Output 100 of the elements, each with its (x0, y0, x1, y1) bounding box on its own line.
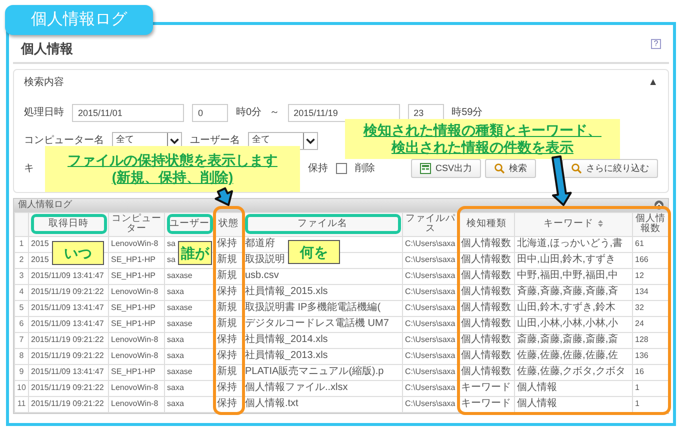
table-cell: saxa (167, 351, 184, 360)
column-header[interactable]: キーワード (514, 212, 632, 236)
table-cell: 個人情報.txt (245, 398, 298, 409)
table-cell: 2015/11/19 09:21:22 (31, 383, 104, 392)
toolbar-button[interactable]: CSV出力 (411, 159, 481, 178)
table-cell: 2015 (31, 239, 49, 248)
table-cell: 個人情報数 (461, 238, 511, 249)
toolbar-button[interactable]: さらに絞り込む (562, 159, 658, 178)
table-cell: 都道府 (245, 238, 275, 249)
callout-text: ファイルの保持状態を表示します (新規、保持、削除) (68, 152, 278, 186)
column-header[interactable]: 個人情報数 (632, 212, 668, 236)
row-number: 7 (19, 335, 24, 344)
table-cell: 166 (635, 255, 648, 264)
field-label: ユーザー名 (190, 134, 240, 148)
column-header[interactable]: ファイルパス (402, 212, 458, 236)
table-cell: C:\Users\saxa (405, 239, 456, 248)
help-icon[interactable]: ? (651, 39, 661, 49)
table-cell: 2015/11/09 13:41:47 (31, 303, 104, 312)
table-cell: saxase (167, 367, 192, 376)
column-header[interactable]: 状態 (214, 212, 242, 236)
collapse-icon (654, 200, 664, 210)
table-cell: 佐藤,佐藤,佐藤,佐藤,佐 (517, 350, 618, 361)
callout-text: 検知された情報の種類とキーワード、 検出された情報の件数を表示 (364, 122, 602, 156)
table-cell: C:\Users\saxa (405, 255, 456, 264)
row-number: 11 (17, 399, 26, 408)
table-cell: 個人情報数 (461, 254, 511, 265)
table-cell: 田中,山田,鈴木,すずき (517, 254, 616, 265)
table-cell: 2015/11/09 13:41:47 (31, 319, 104, 328)
table-cell: 136 (635, 351, 648, 360)
table-cell: 2015/11/19 09:21:22 (31, 351, 104, 360)
table-cell: デジタルコードレス電話機 UM7 (245, 318, 389, 329)
grid-title: 個人情報ログ (18, 198, 72, 212)
range-separator: ～ (270, 106, 280, 120)
table-cell: 2015/11/19 09:21:22 (31, 399, 104, 408)
table-cell: 個人情報数 (461, 270, 511, 281)
table-cell: 社員情報_2014.xls (245, 334, 328, 345)
table-cell: C:\Users\saxa (405, 367, 456, 376)
table-cell: 保持 (217, 238, 237, 249)
table-cell: 個人情報数 (461, 366, 511, 377)
table-cell: LenovoWin-8 (111, 335, 158, 344)
row-number: 6 (19, 319, 24, 328)
row-number: 8 (19, 351, 24, 360)
table-cell: 新規 (217, 302, 237, 313)
unit-label: 時59分 (452, 106, 483, 120)
table-cell: LenovoWin-8 (111, 399, 158, 408)
table-cell: 社員情報_2015.xls (245, 286, 328, 297)
table-cell: C:\Users\saxa (405, 319, 456, 328)
field-label: 処理日時 (24, 106, 64, 120)
row-number: 4 (19, 287, 24, 296)
search-section-title: 検索内容 (24, 76, 64, 90)
table-cell: 北海道,ほっかいどう,書 (517, 238, 623, 249)
table-cell: 1 (635, 383, 640, 392)
column-header[interactable]: 検知種類 (458, 212, 514, 236)
table-cell: 個人情報数 (461, 302, 511, 313)
table-cell: LenovoWin-8 (111, 351, 158, 360)
table-cell: 新規 (217, 366, 237, 377)
table-cell: C:\Users\saxa (405, 383, 456, 392)
table-cell: LenovoWin-8 (111, 383, 158, 392)
table-cell: 山田,鈴木,すずき,鈴木 (517, 302, 616, 313)
table-cell: LenovoWin-8 (111, 287, 158, 296)
table-cell: 個人情報数 (461, 334, 511, 345)
hour-field[interactable]: 0 (192, 104, 228, 122)
table-cell: 保持 (217, 398, 237, 409)
checkbox[interactable] (336, 163, 347, 174)
table-cell: 新規 (217, 318, 237, 329)
page-title: 個人情報 (21, 40, 73, 58)
row-number: 3 (19, 271, 24, 280)
table-cell: C:\Users\saxa (405, 399, 456, 408)
table-cell: 新規 (217, 254, 237, 265)
table-cell: 24 (635, 319, 644, 328)
table-cell: PLATIA販売マニュアル(縮版).p (245, 366, 384, 377)
table-cell: 斎藤,斎藤,斎藤,斎藤,斎 (517, 334, 618, 345)
collapse-toggle[interactable]: ▲ (648, 74, 658, 90)
table-cell: 山田,小林,小林,小林,小 (517, 318, 618, 329)
caret-icon (303, 132, 317, 148)
table-cell: キーワード (461, 398, 511, 409)
table-cell: 社員情報_2013.xls (245, 350, 328, 361)
table-cell: 保持 (217, 350, 237, 361)
table-cell: 個人情報数 (461, 350, 511, 361)
date-field[interactable]: 2015/11/19 (288, 104, 400, 122)
toolbar-button[interactable]: 検索 (485, 159, 536, 178)
table-cell: saxase (167, 303, 192, 312)
table-cell: 134 (635, 287, 648, 296)
table-cell: SE_HP1-HP (111, 367, 156, 376)
table-cell: 個人情報ファイル..xlsx (245, 382, 348, 393)
column-header[interactable]: コンピューター (108, 212, 164, 236)
table-cell: 保持 (217, 334, 237, 345)
table-cell: saxa (167, 287, 184, 296)
unit-label: 時0分 (236, 106, 262, 120)
date-field[interactable]: 2015/11/01 (72, 104, 184, 122)
table-cell: 2015/11/19 09:21:22 (31, 335, 104, 344)
arrow (214, 187, 233, 206)
annotation-tag: 誰が (178, 241, 212, 265)
table-cell: キーワード (461, 382, 511, 393)
table-cell: C:\Users\saxa (405, 335, 456, 344)
table-cell: 61 (635, 239, 644, 248)
table-cell: saxa (167, 399, 184, 408)
field-label: キ (24, 162, 34, 176)
table-cell: 1 (635, 399, 640, 408)
annotation-tag: 何を (288, 240, 340, 264)
